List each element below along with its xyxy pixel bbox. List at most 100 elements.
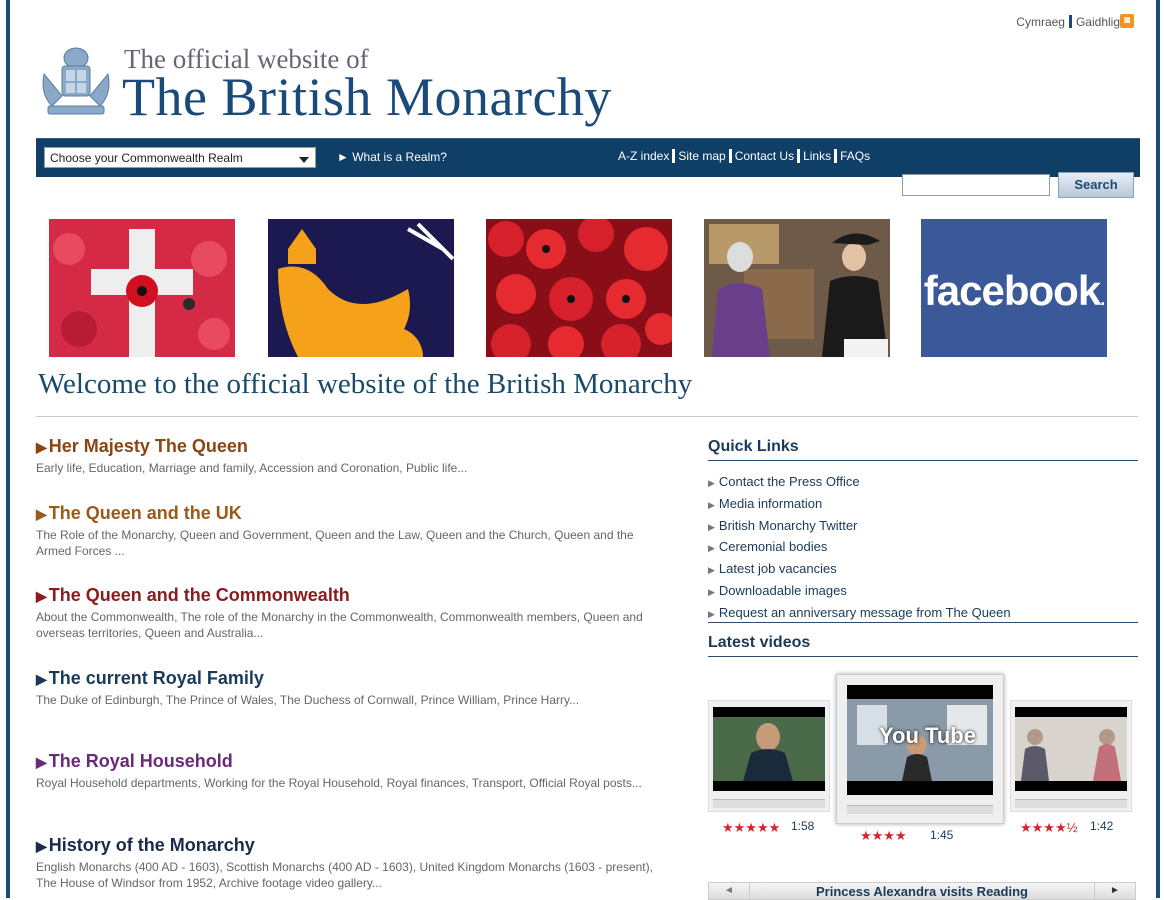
search-button[interactable]: Search bbox=[1058, 172, 1134, 198]
search-input[interactable] bbox=[902, 174, 1050, 196]
section-title-link[interactable]: ▶ The Queen and the Commonwealth bbox=[36, 585, 656, 606]
lang-gaidhlig-link[interactable]: Gaidhlig bbox=[1076, 15, 1120, 29]
facebook-logo: facebook. bbox=[923, 267, 1105, 314]
queen-meeting-image bbox=[704, 219, 890, 357]
section-description: English Monarchs (400 AD - 1603), Scotti… bbox=[36, 860, 653, 890]
separator bbox=[797, 149, 801, 163]
banner-queen-meeting[interactable] bbox=[704, 219, 890, 357]
quick-links-list: ▶ Contact the Press Office ▶ Media informa… bbox=[708, 472, 1011, 625]
quick-link-ceremonial[interactable]: ▶ Ceremonial bodies bbox=[708, 537, 1011, 559]
page-frame-right bbox=[1156, 0, 1160, 898]
divider bbox=[36, 416, 1138, 417]
quick-links-heading: Quick Links bbox=[708, 438, 799, 455]
divider bbox=[708, 656, 1138, 657]
arrow-right-icon: ▶ bbox=[708, 478, 715, 488]
arrow-right-icon: ▶ bbox=[708, 608, 715, 619]
page-frame-left bbox=[6, 0, 10, 898]
arrow-right-icon: ▶ bbox=[708, 586, 715, 597]
realm-select-dropdown[interactable]: Choose your Commonwealth Realm bbox=[44, 147, 316, 168]
remembrance-cross-image bbox=[49, 219, 235, 357]
quick-link-images[interactable]: ▶ Downloadable images bbox=[708, 581, 1011, 603]
royal-cypher-image bbox=[268, 219, 454, 357]
section-royal-household: ▶ The Royal Household Royal Household dep… bbox=[36, 751, 656, 791]
arrow-right-icon: ▶ bbox=[36, 754, 47, 770]
arrow-right-icon: ▶ bbox=[708, 499, 715, 510]
video-progress-bar[interactable] bbox=[847, 805, 993, 814]
section-title-link[interactable]: ▶ The Queen and the UK bbox=[36, 503, 656, 524]
separator bbox=[1068, 15, 1072, 28]
poppies-image bbox=[486, 219, 672, 357]
section-title-link[interactable]: ▶ History of the Monarchy bbox=[36, 835, 656, 856]
lang-cymraeg-link[interactable]: Cymraeg bbox=[1016, 15, 1065, 29]
video-frame-image bbox=[1015, 707, 1127, 791]
carousel-next-button[interactable]: ► bbox=[1094, 883, 1135, 899]
video-thumbnail-featured[interactable]: You Tube bbox=[836, 674, 1004, 824]
section-history: ▶ History of the Monarchy English Monarch… bbox=[36, 835, 656, 891]
page-title: Welcome to the official website of the B… bbox=[38, 368, 693, 400]
quick-link-twitter[interactable]: ▶ British Monarchy Twitter bbox=[708, 516, 1011, 538]
arrow-right-icon: ▶ bbox=[708, 521, 715, 532]
video-frame-image bbox=[713, 707, 825, 791]
section-royal-family: ▶ The current Royal Family The Duke of Ed… bbox=[36, 668, 656, 708]
coat-of-arms-icon bbox=[42, 47, 110, 115]
latest-videos-heading: Latest videos bbox=[708, 634, 811, 651]
section-queen-and-uk: ▶ The Queen and the UK The Role of the Mo… bbox=[36, 503, 656, 559]
video-duration: 1:45 bbox=[930, 828, 954, 842]
divider bbox=[708, 460, 1138, 461]
separator bbox=[672, 149, 676, 163]
arrow-right-icon: ▶ bbox=[36, 588, 47, 604]
section-description: Royal Household departments, Working for… bbox=[36, 776, 642, 790]
banner-royal-cypher[interactable] bbox=[268, 219, 454, 357]
section-description: Early life, Education, Marriage and fami… bbox=[36, 461, 468, 475]
quick-link-media-info[interactable]: ▶ Media information bbox=[708, 494, 1011, 516]
faqs-link[interactable]: FAQs bbox=[840, 149, 870, 163]
section-title-link[interactable]: ▶ Her Majesty The Queen bbox=[36, 436, 656, 457]
video-carousel: ◄ Princess Alexandra visits Reading ► bbox=[708, 882, 1136, 900]
banner-poppies[interactable] bbox=[486, 219, 672, 357]
divider bbox=[708, 622, 1138, 623]
quick-link-press-office[interactable]: ▶ Contact the Press Office bbox=[708, 472, 1011, 494]
chevron-down-icon bbox=[299, 157, 309, 163]
language-links: Cymraeg Gaidhlig bbox=[1016, 15, 1120, 29]
what-is-realm-link[interactable]: ► What is a Realm? bbox=[337, 150, 447, 164]
section-queen-and-commonwealth: ▶ The Queen and the Commonwealth About th… bbox=[36, 585, 656, 641]
contact-us-link[interactable]: Contact Us bbox=[735, 149, 794, 163]
section-title-link[interactable]: ▶ The current Royal Family bbox=[36, 668, 656, 689]
rating-stars: ★★★★★ bbox=[722, 820, 781, 835]
section-description: About the Commonwealth, The role of the … bbox=[36, 610, 643, 640]
section-description: The Duke of Edinburgh, The Prince of Wal… bbox=[36, 693, 580, 707]
arrow-right-icon: ▶ bbox=[36, 439, 47, 455]
carousel-video-title[interactable]: Princess Alexandra visits Reading bbox=[709, 884, 1135, 899]
az-index-link[interactable]: A-Z index bbox=[618, 149, 669, 163]
links-link[interactable]: Links bbox=[803, 149, 831, 163]
video-screen bbox=[713, 707, 825, 791]
banner-remembrance-cross[interactable] bbox=[49, 219, 235, 357]
rating-stars: ★★★★ bbox=[860, 828, 907, 843]
realm-select-value: Choose your Commonwealth Realm bbox=[50, 151, 243, 165]
section-her-majesty: ▶ Her Majesty The Queen Early life, Educa… bbox=[36, 436, 656, 476]
video-duration: 1:42 bbox=[1090, 819, 1114, 833]
main-nav-bar: Choose your Commonwealth Realm ► What is… bbox=[36, 138, 1140, 177]
arrow-right-icon: ▶ bbox=[708, 565, 715, 576]
video-progress-bar[interactable] bbox=[1015, 799, 1127, 808]
rss-icon[interactable]: ◙ bbox=[1120, 14, 1134, 28]
rating-stars: ★★★★½ bbox=[1020, 820, 1078, 835]
separator bbox=[834, 149, 838, 163]
site-map-link[interactable]: Site map bbox=[678, 149, 725, 163]
video-thumbnail[interactable] bbox=[708, 700, 830, 812]
arrow-right-icon: ▶ bbox=[708, 543, 715, 554]
separator bbox=[728, 149, 732, 163]
banner-facebook[interactable]: facebook. bbox=[921, 219, 1107, 357]
section-title-link[interactable]: ▶ The Royal Household bbox=[36, 751, 656, 772]
arrow-right-icon: ▶ bbox=[36, 838, 47, 854]
quick-link-jobs[interactable]: ▶ Latest job vacancies bbox=[708, 559, 1011, 581]
video-thumbnail[interactable] bbox=[1010, 700, 1132, 812]
video-screen bbox=[1015, 707, 1127, 791]
site-logo-title[interactable]: The British Monarchy bbox=[122, 66, 612, 128]
arrow-right-icon: ▶ bbox=[36, 671, 47, 687]
video-progress-bar[interactable] bbox=[713, 799, 825, 808]
video-duration: 1:58 bbox=[791, 819, 815, 833]
top-links: A-Z index Site map Contact Us Links FAQs bbox=[618, 149, 870, 163]
section-description: The Role of the Monarchy, Queen and Gove… bbox=[36, 528, 634, 558]
arrow-right-icon: ▶ bbox=[36, 506, 47, 522]
